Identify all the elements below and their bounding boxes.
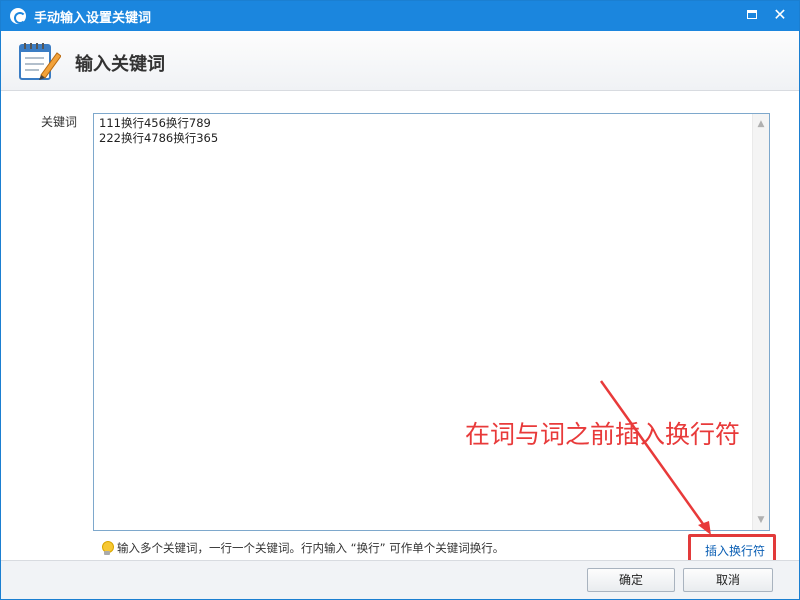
hint-row: 输入多个关键词，一行一个关键词。行内输入 “换行” 可作单个关键词换行。 [101,540,504,556]
notepad-pen-icon [19,43,61,80]
close-icon[interactable]: ✕ [771,6,789,24]
scroll-down-icon[interactable]: ▼ [753,512,769,528]
title-bar[interactable]: 手动输入设置关键词 ✕ [1,1,799,31]
window-title: 手动输入设置关键词 [34,10,152,26]
dialog-window: 手动输入设置关键词 ✕ 输入关键词 关键词 111换行456换行789 222换… [0,0,800,600]
app-logo-icon [10,8,26,24]
scroll-up-icon[interactable]: ▲ [753,116,769,132]
header-title: 输入关键词 [75,54,165,75]
maximize-icon[interactable] [743,6,761,24]
ok-button[interactable]: 确定 [587,568,675,592]
lightbulb-icon [101,540,114,556]
vertical-scrollbar[interactable]: ▲ ▼ [752,114,769,530]
annotation-text: 在词与词之前插入换行符 [465,420,741,449]
keyword-textarea-container: 111换行456换行789 222换行4786换行365 ▲ ▼ [93,113,770,531]
dialog-footer: 确定 取消 [1,560,799,599]
keyword-textarea[interactable]: 111换行456换行789 222换行4786换行365 [94,114,753,530]
hint-text: 输入多个关键词，一行一个关键词。行内输入 “换行” 可作单个关键词换行。 [117,541,505,555]
keyword-label: 关键词 [41,115,78,129]
dialog-header: 输入关键词 [1,31,799,91]
cancel-button[interactable]: 取消 [683,568,773,592]
insert-newline-link[interactable]: 插入换行符 [705,542,765,559]
